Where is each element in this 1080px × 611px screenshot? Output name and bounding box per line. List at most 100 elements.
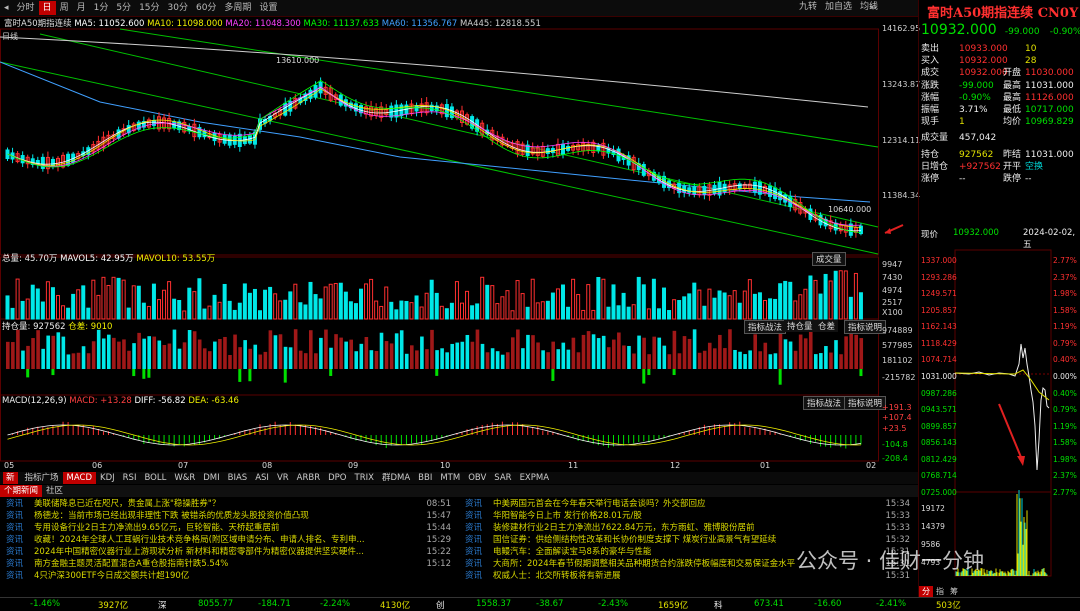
volume-bar [466,291,469,319]
period-tab-1min[interactable]: 1分 [90,1,113,15]
oi-bar [516,329,520,369]
tab-arbr[interactable]: ARBR [293,472,324,484]
oi-total: 持仓量: 927562 [2,322,66,332]
period-tab-settings[interactable]: 设置 [255,1,281,15]
red-arrow-head-2 [1017,456,1025,466]
oi-bar [769,354,773,369]
last-price: 10932.000 [921,22,997,38]
oi-bar [506,352,510,369]
news-item[interactable]: 资讯 2024年中国精密仪器行业上游现状分析 新材料和精密零部件为精密仪器提供坚实… [0,546,459,558]
oi-bar [142,339,146,369]
volume-bar [849,297,852,319]
daily-line-label: 日线 [2,31,18,42]
oi-diff-checkbox[interactable]: 仓差 [815,320,838,332]
volume-indicator-button[interactable]: 成交量 [812,252,846,266]
oi-bar [587,331,591,369]
candle-body [152,120,155,125]
news-item[interactable]: 资讯 专用设备行业2日主力净流出9.65亿元，巨轮智能、天桥起重居前 15:44 [0,522,459,534]
oi-strategy-button[interactable]: 指标战法 [744,320,786,334]
period-tab-monthly[interactable]: 月 [73,1,90,15]
news-item[interactable]: 资讯 装修建材行业2日主力净流出7622.84万元，东方雨虹、雅博股份居前 15:3… [459,522,918,534]
tab-index-small[interactable]: 指 [933,586,947,597]
tab-indicator-square[interactable]: 指标广场 [21,472,63,484]
news-item[interactable]: 资讯 4只沪深300ETF今日成交额共计超190亿 [0,570,459,582]
period-tab-5min[interactable]: 5分 [112,1,135,15]
quote-label: 最低 [1003,104,1021,116]
vol-axis-3: 4974 [882,286,902,295]
volume-bar [243,284,246,319]
macd-line [8,425,861,445]
oi-bar [97,330,101,369]
tab-chips-small[interactable]: 筹 [947,586,961,597]
tab-boll[interactable]: BOLL [140,472,170,484]
volume-bar [526,307,529,319]
tab-dmi[interactable]: DMI [199,472,223,484]
oi-bar [324,330,328,369]
volume-legend: 总量: 45.70万 MAVOL5: 42.95万 MAVOL10: 53.55… [2,252,215,264]
macd-help-button[interactable]: 指标说明 [844,396,886,410]
oi-bar [344,342,348,369]
volume-bar [809,276,812,319]
tab-futures-news[interactable]: 个期新闻 [0,485,42,497]
status-item: 创 [436,599,445,611]
volume-bar [299,303,302,319]
period-tab-timeshare[interactable]: 分时 [13,1,39,15]
tab-expma[interactable]: EXPMA [516,472,553,484]
tab-dma[interactable]: 群DMA [378,472,414,484]
period-tab-multi[interactable]: 多周期 [220,1,255,15]
nav-back-icon[interactable]: ◂ [0,1,13,15]
period-tab-daily[interactable]: 日 [39,1,56,15]
macd-strategy-button[interactable]: 指标战法 [803,396,845,410]
tab-bias[interactable]: BIAS [224,472,252,484]
news-item[interactable]: 资讯 杨德龙：当前市场已经出现非理性下跌 被错杀的优质龙头股投资价值凸现 15:47 [0,510,459,522]
nine-turn-button[interactable]: 九转 [795,0,821,14]
period-tab-15min[interactable]: 15分 [135,1,163,15]
oi-bar [652,337,656,369]
oi-bar [562,343,566,369]
oi-bar [481,344,485,369]
volume-bar [183,311,186,319]
oi-bar [683,336,687,369]
oi-bar [183,342,187,369]
period-tab-60min[interactable]: 60分 [192,1,220,15]
quote-row: 振幅 3.71% 最低 10717.000 [919,104,1080,116]
oi-bar [168,344,172,369]
tab-wr[interactable]: W&R [170,472,199,484]
news-item[interactable]: 资讯 南方金融主题灵活配置混合A重仓股指南针跌5.54% 15:12 [0,558,459,570]
volume-bar [748,280,751,319]
tab-asi[interactable]: ASI [251,472,273,484]
news-item[interactable]: 资讯 中美两国元首会在今年春天举行电话会谈吗？外交部回应 15:34 [459,498,918,510]
status-item: 673.41 [754,599,784,609]
oi-help-button[interactable]: 指标说明 [844,320,886,334]
tab-dpo[interactable]: DPO [324,472,350,484]
collapse-icon[interactable]: ⇤ [866,1,882,15]
oi-bar [779,333,783,369]
oi-bar [430,330,434,369]
tab-macd[interactable]: MACD [63,472,96,484]
add-watchlist-button[interactable]: 加自选 [821,0,856,14]
oi-axis-4: -215782 [882,373,915,382]
oi-checkbox[interactable]: 持仓量 [784,320,816,332]
volume-bar [238,303,241,319]
tab-mtm[interactable]: MTM [436,472,464,484]
oi-bar [107,335,111,369]
tab-community[interactable]: 社区 [42,485,67,497]
period-tab-weekly[interactable]: 周 [56,1,73,15]
news-item[interactable]: 资讯 美联储降息已近在咫尺，贵金属上涨"稳操胜券"？ 08:51 [0,498,459,510]
oi-bar [814,354,818,369]
tab-sar[interactable]: SAR [490,472,515,484]
oi-bar [253,345,257,369]
status-item: 1659亿 [658,599,688,611]
tab-vr[interactable]: VR [273,472,293,484]
tab-kdj[interactable]: KDJ [96,472,119,484]
tab-obv[interactable]: OBV [464,472,490,484]
oi-bar [698,353,702,369]
news-item[interactable]: 资讯 华阳智能今日上市 发行价格28.01元/股 15:33 [459,510,918,522]
tab-trix[interactable]: TRIX [351,472,378,484]
tab-timeshare-small[interactable]: 分 [919,586,933,597]
status-item: 503亿 [936,599,961,611]
tab-rsi[interactable]: RSI [119,472,141,484]
news-item[interactable]: 资讯 收藏！2024年全球人工耳蜗行业技术竞争格局(附区域申请分布、申请人排名、专… [0,534,459,546]
period-tab-30min[interactable]: 30分 [164,1,192,15]
tab-bbi[interactable]: BBI [414,472,436,484]
